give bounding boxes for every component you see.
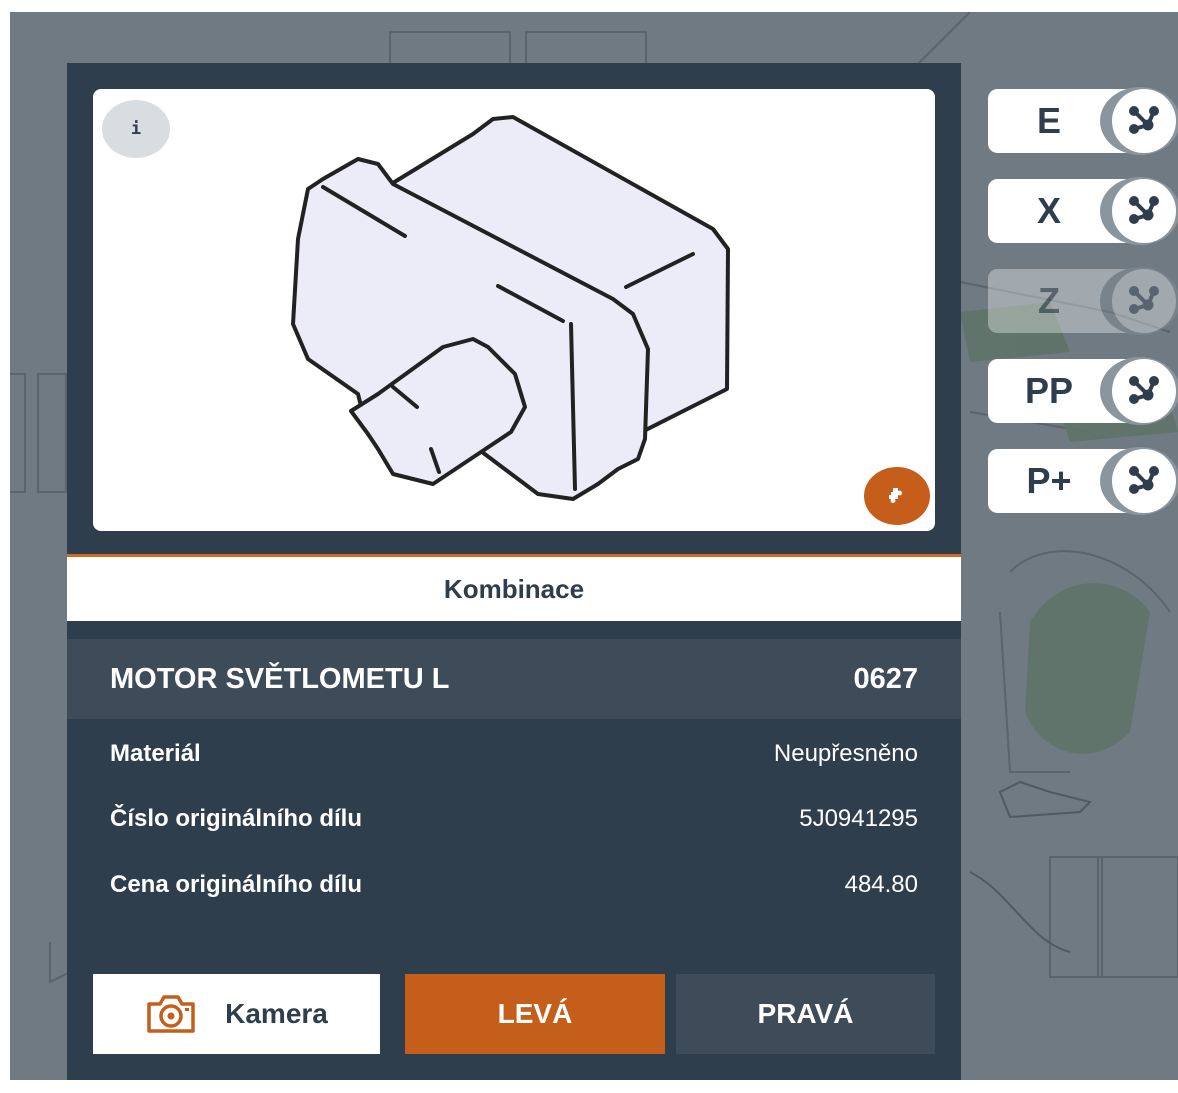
info-icon: i <box>130 119 142 139</box>
graph-nodes-icon <box>1112 359 1176 423</box>
graph-nodes-icon <box>1112 179 1176 243</box>
property-row: Číslo originálního dílu 5J0941295 <box>110 805 918 835</box>
property-value: 5J0941295 <box>799 805 918 832</box>
side-button-p-plus[interactable]: P+ <box>988 447 1178 515</box>
part-detail-panel: i Kombinace MOTOR SVĚTLOMETU L 0627 Mate… <box>67 63 961 1080</box>
side-button-label: E <box>1036 100 1061 141</box>
property-label: Materiál <box>110 740 201 767</box>
side-button-label: Z <box>1038 280 1060 321</box>
property-row: Materiál Neupřesněno <box>110 740 918 770</box>
part-title-row: MOTOR SVĚTLOMETU L 0627 <box>67 639 961 719</box>
right-side-button[interactable]: PRAVÁ <box>676 974 935 1054</box>
side-button-label: X <box>1036 190 1061 231</box>
graph-nodes-icon <box>1112 449 1176 513</box>
property-label: Cena originálního dílu <box>110 871 362 898</box>
property-row: Cena originálního dílu 484.80 <box>110 871 918 901</box>
info-button[interactable]: i <box>102 100 170 158</box>
graph-nodes-icon <box>1112 89 1176 153</box>
camera-icon <box>145 994 197 1034</box>
left-side-button[interactable]: LEVÁ <box>405 974 665 1054</box>
side-button-e[interactable]: E <box>988 87 1178 155</box>
side-button-x[interactable]: X <box>988 177 1178 245</box>
side-button-label: PP <box>1024 370 1074 411</box>
property-value: 484.80 <box>844 871 918 898</box>
camera-button-label: Kamera <box>225 998 328 1029</box>
property-value: Neupřesněno <box>773 740 918 767</box>
side-button-z[interactable]: Z <box>988 267 1178 335</box>
part-illustration <box>291 115 730 501</box>
property-label: Číslo originálního dílu <box>110 805 362 832</box>
combination-button[interactable] <box>864 467 930 525</box>
puzzle-icon <box>887 486 907 506</box>
part-caption: Kombinace <box>67 557 961 621</box>
side-button-label: P+ <box>1026 460 1072 501</box>
part-code: 0627 <box>853 663 918 695</box>
part-name: MOTOR SVĚTLOMETU L <box>110 663 450 695</box>
part-image-card: i <box>93 89 935 531</box>
graph-nodes-icon <box>1112 269 1176 333</box>
camera-button[interactable]: Kamera <box>93 974 380 1054</box>
side-button-pp[interactable]: PP <box>988 357 1178 425</box>
